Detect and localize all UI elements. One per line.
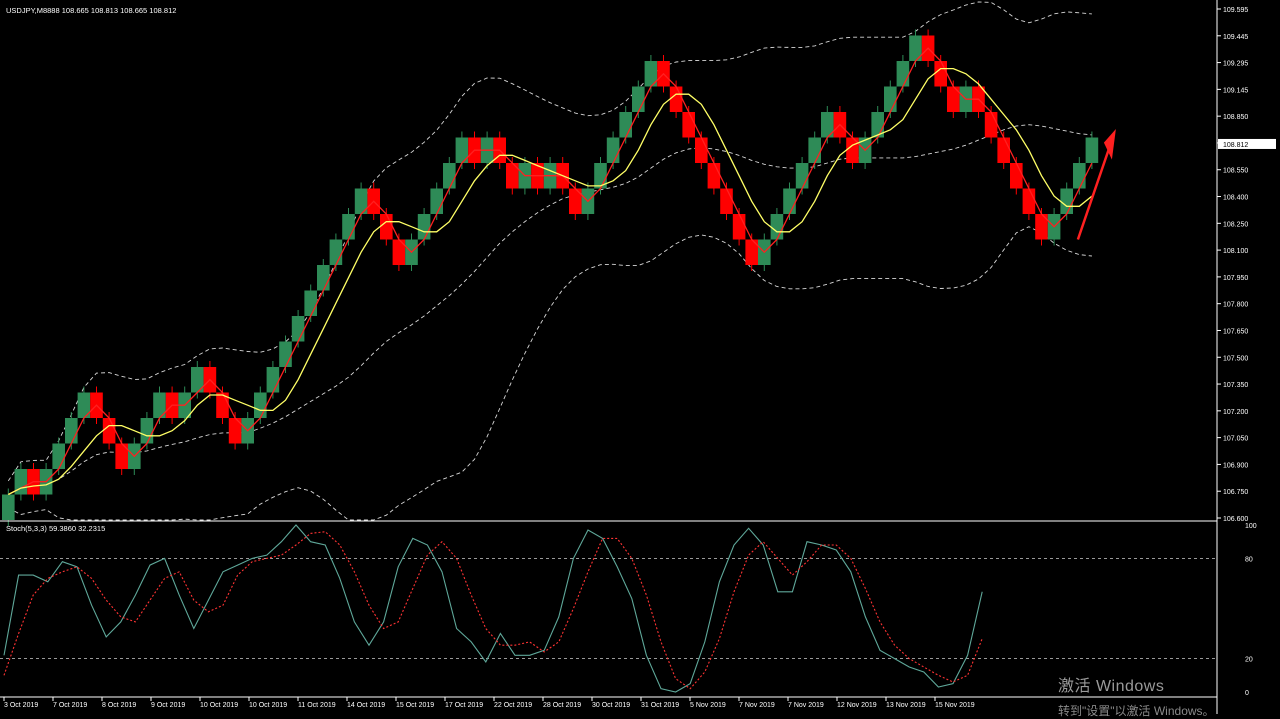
price-tick-label: 108.250 bbox=[1223, 221, 1248, 228]
renko-brick[interactable] bbox=[1085, 137, 1099, 164]
time-tick-label: 31 Oct 2019 bbox=[641, 702, 679, 709]
price-tick-label: 108.850 bbox=[1223, 114, 1248, 121]
time-tick-label: 12 Nov 2019 bbox=[837, 702, 877, 709]
time-tick-label: 17 Oct 2019 bbox=[445, 702, 483, 709]
renko-brick[interactable] bbox=[682, 112, 695, 138]
renko-brick[interactable] bbox=[896, 61, 910, 87]
trading-chart[interactable]: 100 80 20 0 109.595 109.445 109.295 109.145 108… bbox=[0, 0, 1280, 714]
renko-brick[interactable] bbox=[619, 112, 632, 138]
watermark-subtitle: 转到"设置"以激活 Windows。 bbox=[1058, 704, 1215, 718]
renko-brick[interactable] bbox=[720, 188, 733, 215]
renko-brick[interactable] bbox=[669, 86, 683, 113]
renko-brick[interactable] bbox=[329, 239, 343, 266]
stoch-level-label: 100 bbox=[1245, 523, 1257, 530]
renko-brick[interactable] bbox=[52, 443, 65, 470]
price-tick-label: 109.445 bbox=[1223, 34, 1248, 41]
watermark-title: 激活 Windows bbox=[1058, 678, 1165, 695]
price-tick-label: 106.750 bbox=[1223, 489, 1248, 496]
price-tick-label: 109.145 bbox=[1223, 87, 1248, 94]
renko-brick[interactable] bbox=[254, 392, 267, 419]
time-tick-label: 5 Nov 2019 bbox=[690, 702, 726, 709]
renko-brick[interactable] bbox=[606, 137, 620, 164]
price-tick-label: 109.595 bbox=[1223, 7, 1248, 14]
renko-brick[interactable] bbox=[984, 112, 998, 138]
time-tick-label: 7 Nov 2019 bbox=[739, 702, 775, 709]
price-tick-label: 107.200 bbox=[1223, 409, 1248, 416]
renko-brick[interactable] bbox=[291, 316, 305, 342]
time-tick-label: 8 Oct 2019 bbox=[102, 702, 136, 709]
renko-brick[interactable] bbox=[1060, 188, 1073, 215]
time-tick-label: 30 Oct 2019 bbox=[592, 702, 630, 709]
renko-brick[interactable] bbox=[1022, 188, 1036, 215]
current-price-label: 108.812 bbox=[1223, 142, 1248, 149]
renko-brick[interactable] bbox=[342, 214, 355, 240]
renko-brick[interactable] bbox=[1010, 163, 1023, 189]
chart-canvas[interactable]: 100 80 20 0 109.595 109.445 109.295 109.145 108… bbox=[0, 0, 1280, 714]
renko-brick[interactable] bbox=[808, 137, 821, 164]
renko-brick[interactable] bbox=[380, 214, 393, 240]
renko-brick[interactable] bbox=[2, 494, 15, 521]
price-tick-label: 107.650 bbox=[1223, 328, 1248, 335]
price-tick-label: 106.900 bbox=[1223, 462, 1248, 469]
time-tick-label: 9 Oct 2019 bbox=[151, 702, 185, 709]
price-tick-label: 107.350 bbox=[1223, 382, 1248, 389]
time-tick-label: 7 Nov 2019 bbox=[788, 702, 824, 709]
renko-brick[interactable] bbox=[783, 188, 796, 215]
renko-brick[interactable] bbox=[1073, 163, 1086, 189]
renko-brick[interactable] bbox=[732, 214, 746, 240]
time-tick-label: 15 Oct 2019 bbox=[396, 702, 434, 709]
time-tick-label: 7 Oct 2019 bbox=[53, 702, 87, 709]
renko-brick[interactable] bbox=[707, 163, 721, 189]
time-tick-label: 11 Oct 2019 bbox=[298, 702, 336, 709]
symbol-label: USDJPY,M8888 108.665 108.813 108.665 108… bbox=[6, 6, 176, 15]
renko-brick[interactable] bbox=[279, 341, 292, 368]
time-tick-label: 10 Oct 2019 bbox=[249, 702, 287, 709]
time-tick-label: 15 Nov 2019 bbox=[935, 702, 975, 709]
price-tick-label: 107.050 bbox=[1223, 436, 1248, 443]
renko-brick[interactable] bbox=[795, 163, 809, 189]
price-tick-label: 108.100 bbox=[1223, 248, 1248, 255]
time-tick-label: 28 Oct 2019 bbox=[543, 702, 581, 709]
stoch-level-label: 80 bbox=[1245, 556, 1253, 563]
renko-brick[interactable] bbox=[317, 265, 330, 291]
renko-brick[interactable] bbox=[266, 367, 280, 393]
price-tick-label: 109.295 bbox=[1223, 61, 1248, 68]
renko-brick[interactable] bbox=[102, 418, 116, 444]
stoch-label: Stoch(5,3,3) 59.3860 32.2315 bbox=[6, 524, 105, 533]
time-tick-label: 10 Oct 2019 bbox=[200, 702, 238, 709]
price-tick-label: 106.600 bbox=[1223, 516, 1248, 523]
time-tick-label: 22 Oct 2019 bbox=[494, 702, 532, 709]
renko-brick[interactable] bbox=[140, 418, 154, 444]
renko-brick[interactable] bbox=[304, 290, 317, 317]
renko-brick[interactable] bbox=[443, 163, 456, 189]
renko-brick[interactable] bbox=[770, 214, 784, 240]
time-tick-label: 14 Oct 2019 bbox=[347, 702, 385, 709]
renko-brick[interactable] bbox=[632, 86, 645, 113]
renko-brick[interactable] bbox=[417, 214, 431, 240]
renko-brick[interactable] bbox=[695, 137, 708, 164]
time-tick-label: 3 Oct 2019 bbox=[4, 702, 38, 709]
price-tick-label: 107.500 bbox=[1223, 355, 1248, 362]
renko-brick[interactable] bbox=[934, 61, 947, 87]
renko-brick[interactable] bbox=[884, 86, 897, 113]
stoch-level-label: 0 bbox=[1245, 690, 1249, 697]
price-tick-label: 108.400 bbox=[1223, 195, 1248, 202]
stoch-level-label: 20 bbox=[1245, 657, 1253, 664]
price-tick-label: 108.550 bbox=[1223, 168, 1248, 175]
time-tick-label: 13 Nov 2019 bbox=[886, 702, 926, 709]
price-tick-label: 107.950 bbox=[1223, 275, 1248, 282]
renko-brick[interactable] bbox=[65, 418, 78, 444]
renko-brick[interactable] bbox=[430, 188, 443, 215]
price-tick-label: 107.800 bbox=[1223, 302, 1248, 309]
activate-windows-watermark: 激活 Windows 转到"设置"以激活 Windows。 bbox=[1058, 672, 1215, 719]
renko-brick[interactable] bbox=[997, 137, 1010, 164]
